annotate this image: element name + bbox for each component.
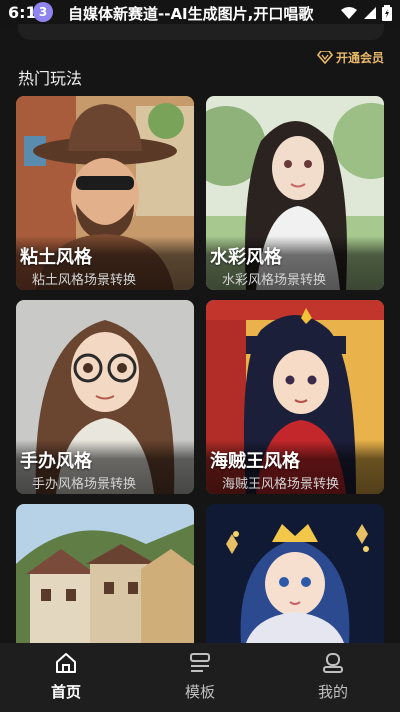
profile-icon bbox=[323, 653, 343, 673]
nav-label: 首页 bbox=[50, 683, 81, 701]
top-banner-card[interactable] bbox=[18, 24, 384, 40]
style-card-one-piece[interactable]: 海贼王风格 海贼王风格场景转换 bbox=[206, 300, 384, 494]
style-card-watercolor[interactable]: 水彩风格 水彩风格场景转换 bbox=[206, 96, 384, 290]
battery-icon bbox=[382, 5, 392, 21]
card-title: 水彩风格 bbox=[210, 247, 282, 268]
card-subtitle: 手办风格场景转换 bbox=[32, 477, 137, 492]
card-subtitle: 海贼王风格场景转换 bbox=[222, 477, 340, 492]
anime-princess-crown-image bbox=[206, 504, 384, 643]
bottom-navigation: 首页 模板 我的 bbox=[0, 643, 400, 712]
vip-upgrade-link[interactable]: 开通会员 bbox=[316, 49, 384, 66]
vip-diamond-icon bbox=[316, 51, 333, 64]
status-icons bbox=[340, 5, 392, 21]
nav-profile[interactable]: 我的 bbox=[293, 651, 373, 702]
nav-label: 模板 bbox=[184, 683, 215, 701]
card-title: 手办风格 bbox=[20, 451, 92, 472]
style-card-clay[interactable]: 粘土风格 粘土风格场景转换 bbox=[16, 96, 194, 290]
card-subtitle: 水彩风格场景转换 bbox=[222, 273, 327, 288]
signal-icon bbox=[364, 7, 376, 19]
wifi-icon bbox=[341, 7, 357, 19]
style-card-anime-princess[interactable] bbox=[206, 504, 384, 643]
card-title: 海贼王风格 bbox=[210, 451, 300, 472]
nav-templates[interactable]: 模板 bbox=[160, 651, 240, 702]
vip-link-label: 开通会员 bbox=[335, 51, 384, 65]
status-bar: 6:15 3 自媒体新赛道--AI生成图片,开口唱歌 bbox=[0, 0, 400, 26]
nav-home[interactable]: 首页 bbox=[26, 651, 106, 702]
section-title: 热门玩法 bbox=[18, 69, 83, 88]
nav-label: 我的 bbox=[317, 683, 348, 701]
card-title: 粘土风格 bbox=[20, 247, 92, 268]
card-subtitle: 粘土风格场景转换 bbox=[32, 273, 137, 288]
style-card-village[interactable] bbox=[16, 504, 194, 643]
style-card-figurine[interactable]: 手办风格 手办风格场景转换 bbox=[16, 300, 194, 494]
village-houses-image bbox=[16, 504, 194, 643]
notification-title: 自媒体新赛道--AI生成图片,开口唱歌 bbox=[68, 5, 314, 23]
home-icon bbox=[56, 653, 76, 673]
template-icon bbox=[190, 653, 210, 672]
notification-badge: 3 bbox=[33, 2, 53, 22]
